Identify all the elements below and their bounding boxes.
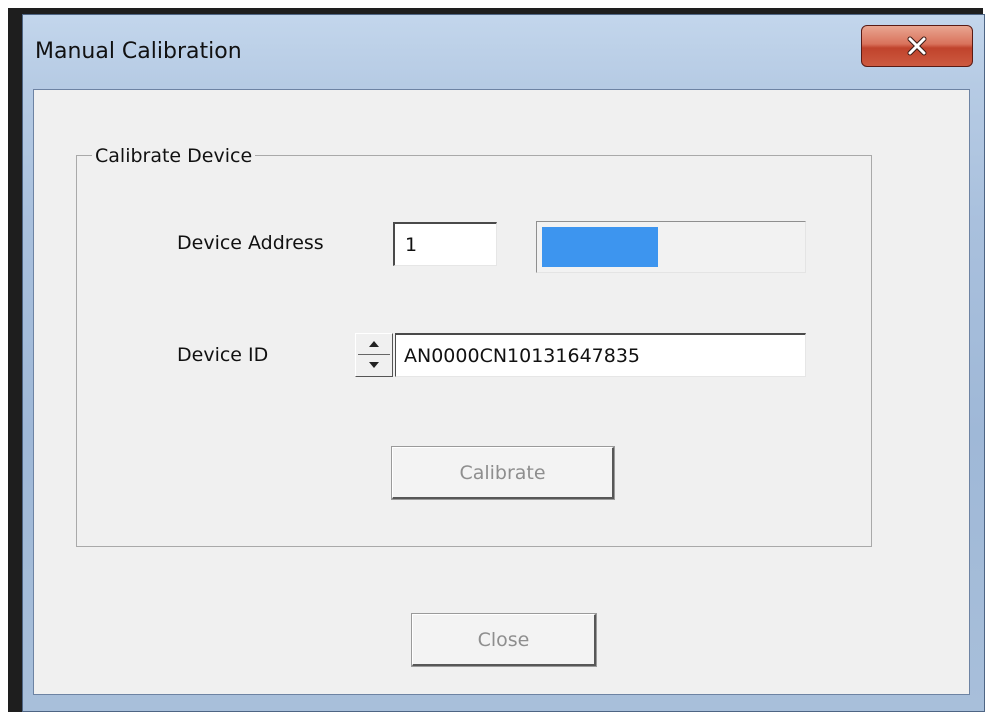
device-address-input[interactable]: 1 <box>393 222 497 266</box>
device-id-field[interactable]: AN0000CN10131647835 <box>395 333 806 377</box>
close-x-icon <box>906 36 928 56</box>
spin-down-icon[interactable] <box>356 355 392 375</box>
calibrate-button[interactable]: Calibrate <box>391 446 615 500</box>
close-button[interactable]: Close <box>411 613 597 667</box>
calibration-progress-bar <box>536 221 806 273</box>
device-id-label: Device ID <box>177 344 269 366</box>
progress-fill <box>542 227 658 267</box>
spin-up-icon[interactable] <box>356 334 392 354</box>
window-close-button[interactable] <box>861 25 973 67</box>
group-legend: Calibrate Device <box>92 145 256 167</box>
device-address-label: Device Address <box>177 232 324 254</box>
device-id-spinner[interactable] <box>355 333 393 377</box>
window-title: Manual Calibration <box>35 39 242 64</box>
